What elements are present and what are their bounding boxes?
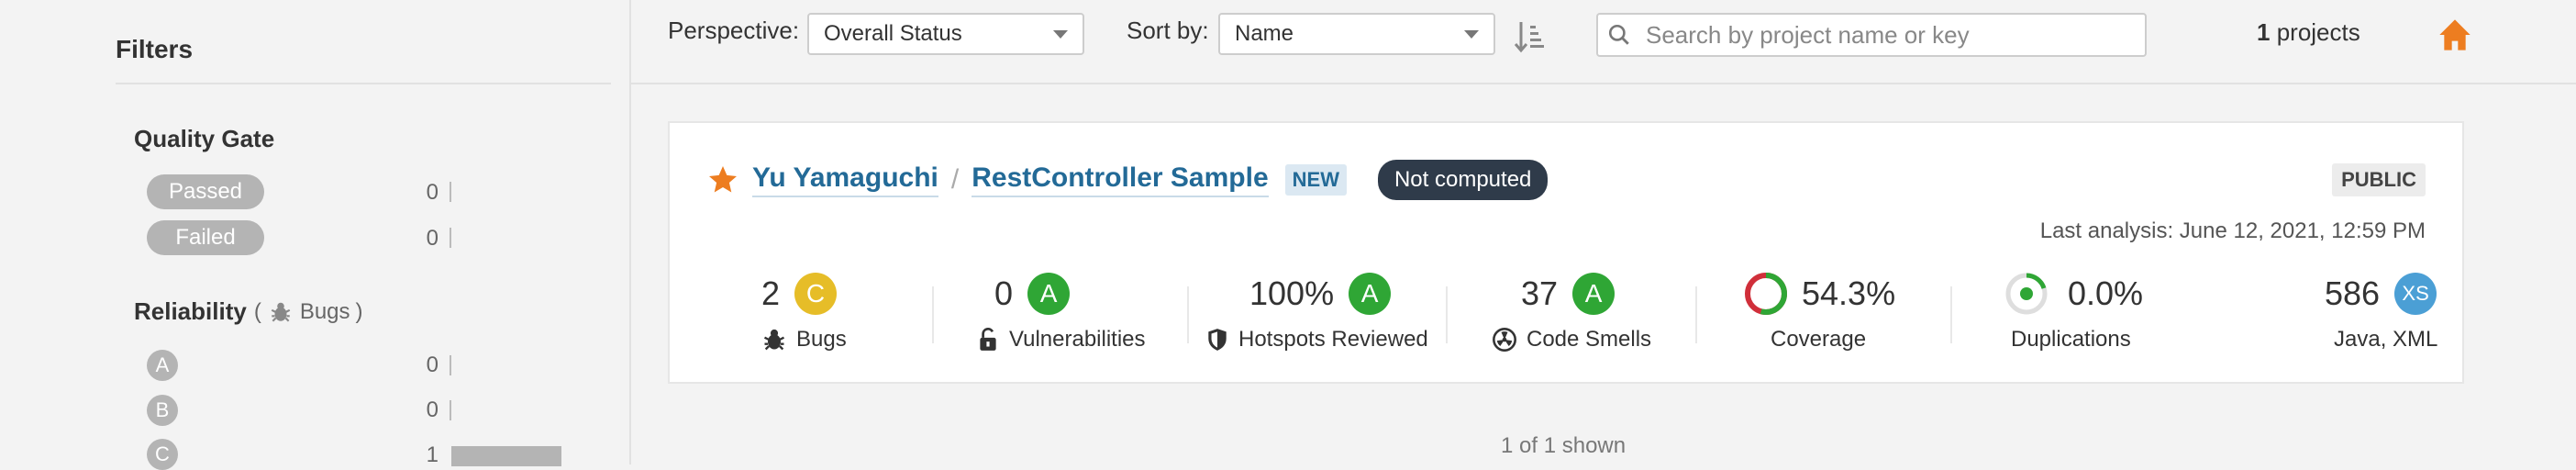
quality-gate-status-badge: Not computed	[1377, 160, 1549, 200]
filters-divider	[116, 83, 611, 84]
coverage-donut-icon	[1745, 273, 1787, 315]
code-smells-rating: A	[1572, 273, 1616, 315]
bug-icon	[763, 329, 785, 351]
hotspots-value: 100%	[1249, 274, 1335, 312]
bug-icon	[271, 302, 291, 322]
search-icon	[1608, 24, 1629, 45]
passed-label: Passed	[168, 179, 243, 204]
metric-divider	[1187, 286, 1189, 343]
favorite-star-icon[interactable]	[706, 163, 739, 196]
reliability-heading: Reliability ( Bugs )	[134, 297, 363, 326]
bugs-rating: C	[794, 273, 838, 315]
size-rating: XS	[2394, 273, 2437, 315]
perspective-label: Perspective:	[668, 17, 800, 44]
duplications-value: 0.0%	[2068, 274, 2144, 312]
new-badge: NEW	[1284, 164, 1347, 196]
sort-direction-icon[interactable]	[1514, 18, 1547, 55]
hotspots-rating: A	[1349, 273, 1392, 315]
bugs-metric[interactable]: 2 C Bugs	[761, 270, 890, 371]
reliability-sub-label: Bugs	[299, 298, 350, 324]
paren-open: (	[253, 298, 261, 324]
reliability-b-filter[interactable]: B	[147, 395, 178, 426]
coverage-metric[interactable]: 54.3% Coverage	[1743, 270, 1926, 371]
quality-gate-heading: Quality Gate	[134, 125, 274, 153]
vulnerabilities-metric[interactable]: 0 A Vulnerabilities	[976, 270, 1169, 371]
shield-icon	[1208, 329, 1227, 351]
code-smells-label: Code Smells	[1527, 327, 1652, 352]
coverage-label: Coverage	[1771, 327, 1867, 352]
project-title-line: Yu Yamaguchi / RestController Sample NEW…	[706, 160, 1549, 200]
code-smell-icon	[1493, 328, 1516, 352]
perspective-select[interactable]: Overall Status	[807, 13, 1084, 55]
sort-label: Sort by:	[1127, 17, 1209, 44]
vulnerabilities-rating: A	[1027, 273, 1071, 315]
chevron-down-icon	[1053, 30, 1068, 39]
languages-label: Java, XML	[2334, 327, 2438, 352]
reliability-c-filter[interactable]: C	[147, 439, 178, 470]
failed-count: 0	[426, 226, 439, 251]
project-card: Yu Yamaguchi / RestController Sample NEW…	[668, 121, 2464, 384]
reliability-b-count: 0	[426, 397, 439, 422]
bugs-label: Bugs	[796, 327, 847, 352]
metric-divider	[1950, 286, 1952, 343]
code-smells-metric[interactable]: 37 A Code Smells	[1492, 270, 1684, 371]
unlock-icon	[980, 328, 996, 351]
organization-link[interactable]: Yu Yamaguchi	[752, 162, 938, 197]
metric-divider	[1446, 286, 1448, 343]
size-metric[interactable]: 586 XS Java, XML	[2325, 270, 2453, 371]
projects-count-number: 1	[2257, 18, 2271, 46]
lines-of-code-value: 586	[2325, 274, 2381, 312]
metric-divider	[1695, 286, 1697, 343]
project-link[interactable]: RestController Sample	[972, 162, 1269, 197]
reliability-b-bar	[450, 400, 451, 420]
reliability-a-bar	[450, 355, 451, 375]
sort-select[interactable]: Name	[1218, 13, 1495, 55]
quality-gate-failed-filter[interactable]: Failed	[147, 220, 264, 255]
duplications-metric[interactable]: 0.0% Duplications	[2004, 270, 2187, 371]
rating-a-label: A	[155, 353, 170, 376]
reliability-title: Reliability	[134, 297, 247, 325]
vulnerabilities-label: Vulnerabilities	[1009, 327, 1146, 352]
filters-title: Filters	[116, 35, 194, 63]
metric-divider	[932, 286, 934, 343]
vulnerabilities-value: 0	[994, 274, 1014, 312]
last-analysis-date: Last analysis: June 12, 2021, 12:59 PM	[2039, 218, 2426, 243]
passed-bar	[450, 182, 451, 202]
reliability-a-count: 0	[426, 352, 439, 377]
reliability-a-filter[interactable]: A	[147, 350, 178, 381]
reliability-subtitle: ( Bugs )	[254, 299, 363, 325]
perspective-value: Overall Status	[824, 21, 962, 46]
breadcrumb-separator: /	[950, 164, 960, 195]
rating-b-label: B	[155, 398, 170, 421]
search-box[interactable]	[1596, 13, 2147, 57]
search-input[interactable]	[1644, 19, 2143, 50]
bugs-value: 2	[761, 274, 781, 312]
passed-count: 0	[426, 180, 439, 205]
home-icon[interactable]	[2437, 17, 2473, 53]
code-smells-value: 37	[1521, 274, 1559, 312]
results-count: 1 of 1 shown	[1501, 433, 1627, 458]
reliability-c-bar	[451, 446, 561, 466]
hotspots-metric[interactable]: 100% A Hotspots Reviewed	[1205, 270, 1453, 371]
quality-gate-passed-filter[interactable]: Passed	[147, 174, 264, 209]
sort-value: Name	[1235, 21, 1294, 46]
paren-close: )	[355, 298, 363, 324]
failed-bar	[450, 228, 451, 248]
quality-gate-title: Quality Gate	[134, 125, 275, 152]
rating-c-label: C	[155, 442, 170, 465]
toolbar: Perspective: Overall Status Sort by: Nam…	[631, 0, 2576, 84]
coverage-value: 54.3%	[1802, 274, 1896, 312]
projects-count: 1 projects	[2257, 18, 2360, 47]
filters-sidebar: Filters Quality Gate Passed 0 Failed 0 R…	[0, 0, 631, 470]
visibility-badge: PUBLIC	[2332, 163, 2426, 196]
hotspots-label: Hotspots Reviewed	[1238, 327, 1428, 352]
duplications-icon	[2005, 273, 2048, 315]
failed-label: Failed	[175, 225, 236, 250]
chevron-down-icon	[1464, 30, 1479, 39]
projects-count-suffix: projects	[2276, 18, 2360, 46]
duplications-label: Duplications	[2011, 327, 2131, 352]
